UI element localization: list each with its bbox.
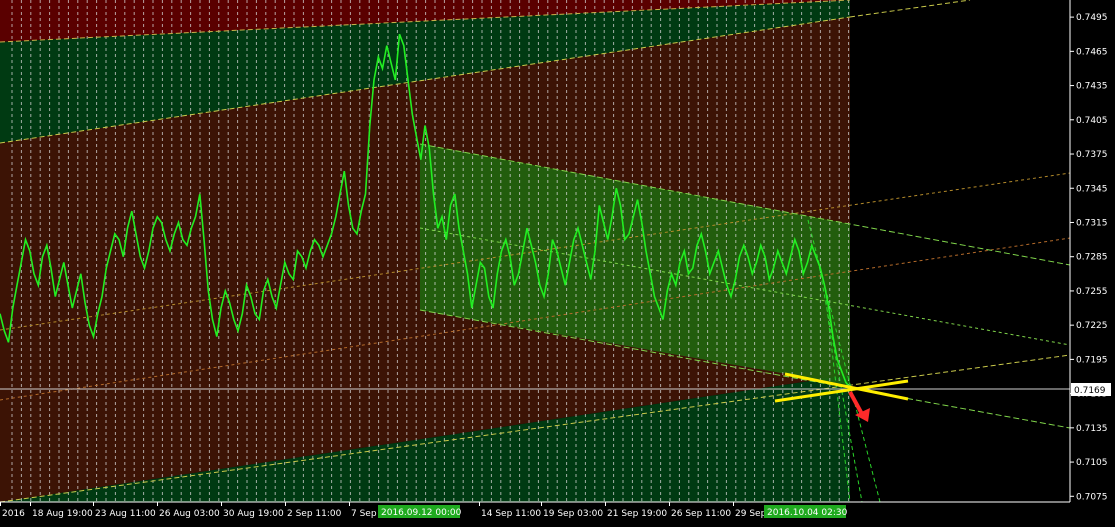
price-tick-label: 0.7135 [1076,424,1108,434]
price-tick-label: 0.7495 [1076,13,1108,23]
time-tag-1: 2016.09.12 00:00 [378,505,462,518]
price-tick-label: 0.7225 [1076,321,1108,331]
current-price-tag: 0.7169 [1071,383,1111,396]
time-tick-label: 19 Sep 03:00 [543,509,603,519]
time-tag-1-text: 2016.09.12 00:00 [381,508,462,518]
price-tick-label: 0.7195 [1076,355,1108,365]
price-tick-label: 0.7465 [1076,47,1108,57]
time-tick-label: 23 Aug 11:00 [95,509,156,519]
time-tick-label: 14 Sep 11:00 [481,509,541,519]
price-tick-label: 0.7375 [1076,150,1108,160]
time-tick-label: 2016 [2,509,25,519]
time-tick-label: 18 Aug 19:00 [32,509,93,519]
price-tick-label: 0.7435 [1076,82,1108,92]
current-price-tag-text: 0.7169 [1074,386,1106,396]
time-tag-2: 2016.10.04 02:30 [764,505,848,518]
price-chart[interactable]: 0.7495 0.7465 0.7435 0.7405 0.7375 0.7345 0.73… [0,0,1115,527]
price-tick-label: 0.7105 [1076,458,1108,468]
price-tick-label: 0.7315 [1076,218,1108,228]
price-axis-ticks: 0.7495 0.7465 0.7435 0.7405 0.7375 0.7345 0.73… [1070,13,1108,502]
time-tick-label: 26 Aug 03:00 [159,509,220,519]
time-tick-label: 2 Sep 11:00 [287,509,342,519]
chart-window[interactable]: 0.7495 0.7465 0.7435 0.7405 0.7375 0.7345 0.73… [0,0,1115,527]
price-tick-label: 0.7405 [1076,116,1108,126]
time-tag-2-text: 2016.10.04 02:30 [767,508,848,518]
price-tick-label: 0.7285 [1076,253,1108,263]
time-tick-label: 29 Sep [735,509,767,519]
time-tick-label: 30 Aug 19:00 [223,509,284,519]
price-tick-label: 0.7255 [1076,287,1108,297]
time-tick-label: 21 Sep 19:00 [607,509,667,519]
price-tick-label: 0.7075 [1076,492,1108,502]
time-tick-label: 26 Sep 11:00 [671,509,731,519]
price-axis-panel [1070,0,1115,527]
price-tick-label: 0.7345 [1076,184,1108,194]
